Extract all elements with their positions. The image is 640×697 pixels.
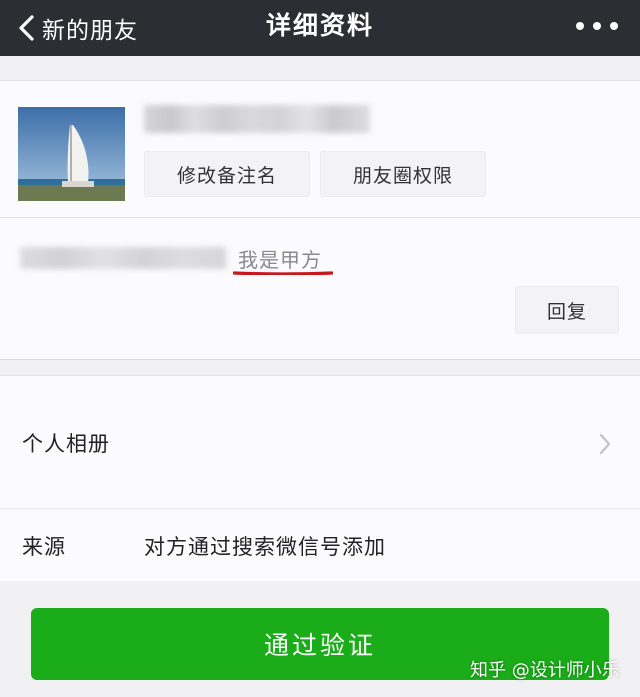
more-button[interactable] — [576, 14, 618, 38]
navigation-bar: 新的朋友 详细资料 — [0, 0, 640, 56]
row-source: 来源 对方通过搜索微信号添加 — [0, 509, 640, 581]
verification-message: 我是甲方 — [238, 248, 322, 272]
row-personal-album[interactable]: 个人相册 — [0, 376, 640, 508]
avatar[interactable] — [18, 107, 125, 201]
info-list: 个人相册 来源 对方通过搜索微信号添加 — [0, 375, 640, 581]
watermark: 知乎 @设计师小乐 — [470, 660, 620, 681]
album-label: 个人相册 — [22, 432, 110, 456]
red-underline-annotation — [233, 271, 333, 275]
reply-button[interactable]: 回复 — [515, 286, 619, 334]
edit-remark-button[interactable]: 修改备注名 — [144, 151, 310, 197]
avatar-image — [18, 107, 125, 201]
more-dot — [610, 22, 618, 30]
source-value: 对方通过搜索微信号添加 — [144, 535, 386, 559]
source-label: 来源 — [22, 535, 66, 559]
nickname-blurred — [144, 105, 370, 133]
profile-card: 修改备注名 朋友圈权限 我是甲方 回复 — [0, 80, 640, 360]
more-dots-icon — [576, 22, 584, 30]
verification-message-blurred — [20, 247, 226, 269]
moments-permission-button[interactable]: 朋友圈权限 — [320, 151, 486, 197]
divider — [0, 217, 640, 218]
page-title: 详细资料 — [265, 11, 374, 40]
chevron-right-icon — [598, 432, 612, 456]
more-dot — [593, 22, 601, 30]
